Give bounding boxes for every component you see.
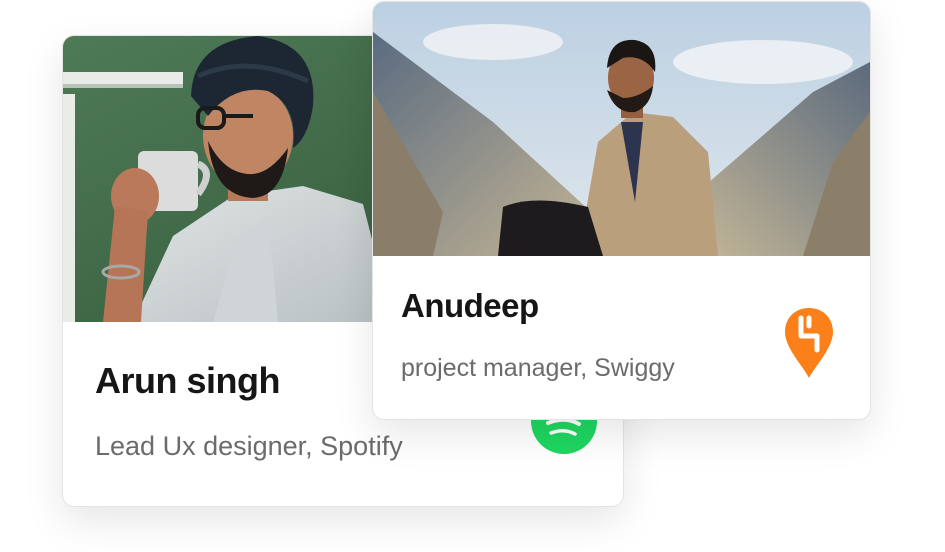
profile-card-anudeep[interactable]: Anudeep project manager, Swiggy [372,1,871,420]
profile-role: project manager, Swiggy [401,354,675,382]
swiggy-icon [785,308,833,378]
profile-name: Anudeep [401,287,539,324]
man-trench-coat-sitting-on-roof-photo [373,2,870,256]
profile-role: Lead Ux designer, Spotify [95,431,403,461]
profile-name: Arun singh [95,360,280,401]
testimonial-cards-stage: Arun singh Lead Ux designer, Spotify Anu… [0,0,945,552]
